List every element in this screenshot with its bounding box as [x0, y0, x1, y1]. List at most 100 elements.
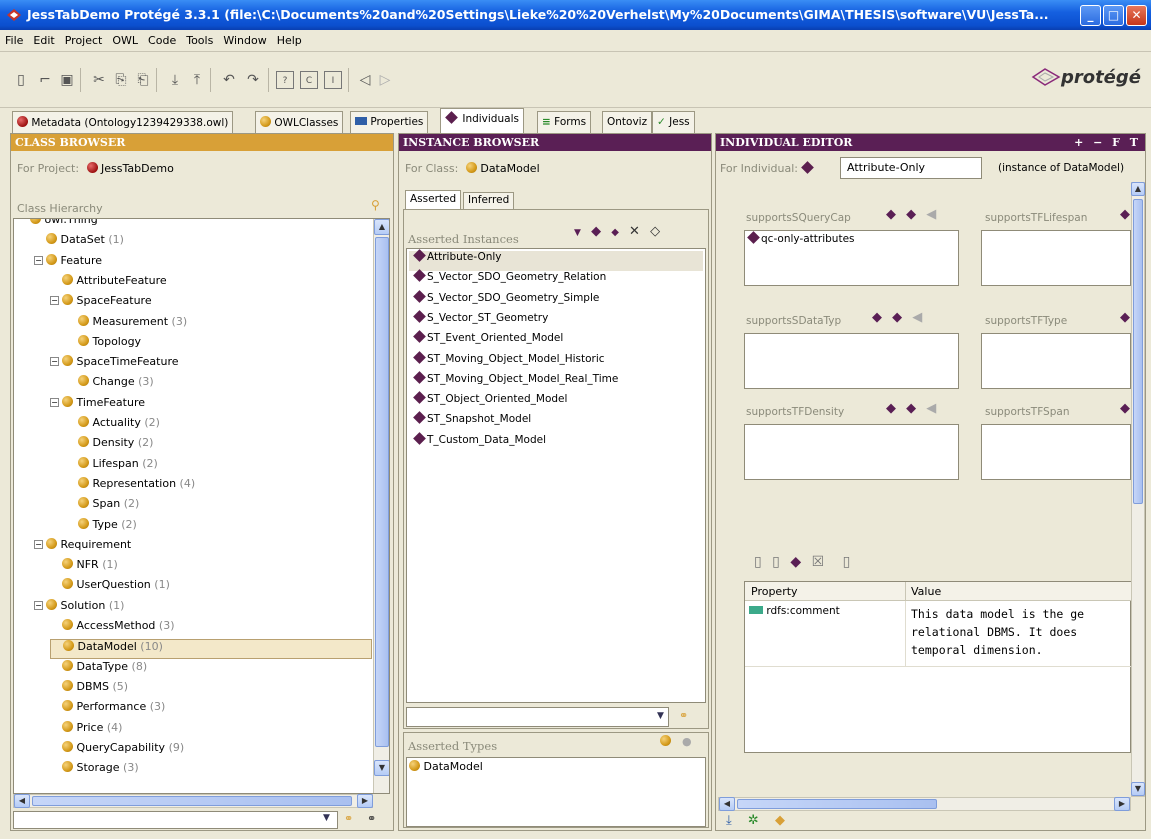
undo-icon[interactable]: ↶	[220, 71, 238, 89]
collapse-icon[interactable]: −	[50, 397, 59, 407]
maximize-button[interactable]: □	[1103, 5, 1124, 26]
tree-item[interactable]: Span (2)	[66, 497, 139, 517]
redo-icon[interactable]: ↷	[244, 71, 262, 89]
remove-value-icon[interactable]: ◀	[926, 401, 936, 416]
column-header-value[interactable]: Value	[911, 585, 941, 598]
paste-icon[interactable]: ⎗	[134, 71, 152, 89]
create-value-icon[interactable]: ◆	[872, 310, 882, 325]
add-value-icon[interactable]: ◆	[906, 207, 916, 222]
scroll-up-icon[interactable]: ▲	[1131, 182, 1145, 196]
editor-scrollbar[interactable]: ▲ ▼	[1131, 182, 1145, 797]
open-folder-icon[interactable]: ⌐	[36, 71, 54, 89]
slot-values-box[interactable]	[744, 424, 959, 480]
instance-icon[interactable]: ◆	[611, 227, 619, 238]
tab-owlclasses[interactable]: OWLClasses	[255, 111, 344, 133]
remove-value-icon[interactable]: ◀	[912, 310, 922, 325]
import-icon[interactable]: ⤓	[726, 813, 732, 828]
create-value-icon[interactable]: ◆	[1120, 207, 1130, 222]
menu-project[interactable]: Project	[60, 30, 108, 47]
instance-item[interactable]: ST_Moving_Object_Model_Real_Time	[413, 370, 618, 393]
slot-values-box[interactable]	[981, 424, 1131, 480]
tree-item[interactable]: Measurement (3)	[66, 314, 187, 335]
tree-item[interactable]: QueryCapability (9)	[50, 740, 184, 761]
tab-forms[interactable]: ≡ Forms	[537, 111, 592, 133]
new-annotation-icon[interactable]: ▯	[754, 554, 762, 570]
instance-item[interactable]: Attribute-Only	[409, 249, 703, 271]
add-type-icon[interactable]	[660, 735, 671, 748]
slot-values-box[interactable]	[981, 230, 1131, 286]
remove-value-icon[interactable]: ◀	[926, 207, 936, 222]
tree-item[interactable]: − Feature	[34, 253, 102, 274]
menu-code[interactable]: Code	[143, 30, 181, 47]
instance-item[interactable]: S_Vector_SDO_Geometry_Simple	[413, 289, 599, 312]
scroll-left-icon[interactable]: ◀	[14, 794, 30, 808]
collapse-icon[interactable]: −	[34, 255, 43, 265]
list-item[interactable]: qc-only-attributes	[747, 231, 855, 245]
tree-item[interactable]: DataType (8)	[50, 659, 147, 680]
tab-individuals[interactable]: Individuals	[440, 108, 524, 133]
tree-item[interactable]: Density (2)	[66, 436, 153, 456]
instance-item[interactable]: ST_Moving_Object_Model_Historic	[413, 350, 605, 373]
menu-help[interactable]: Help	[272, 30, 307, 47]
collapse-icon[interactable]: −	[34, 539, 43, 549]
create-value-icon[interactable]: ◆	[886, 401, 896, 416]
tree-item[interactable]: Change (3)	[66, 375, 154, 395]
table-row[interactable]: rdfs:comment This data model is the ge r…	[745, 601, 1131, 667]
menu-owl[interactable]: OWL	[107, 30, 143, 47]
tab-inferred[interactable]: Inferred	[463, 192, 515, 209]
list-item[interactable]: DataModel	[409, 760, 483, 773]
tree-item[interactable]: Representation (4)	[66, 476, 195, 497]
scroll-right-icon[interactable]: ▶	[1114, 797, 1130, 811]
import-icon[interactable]: ⤓	[166, 71, 184, 89]
search-icon[interactable]: ⚲	[371, 198, 380, 212]
menu-window[interactable]: Window	[218, 30, 271, 47]
search-classes-icon[interactable]: ⚭	[344, 812, 353, 825]
header-controls[interactable]: + − F T	[1074, 136, 1141, 149]
instance-item[interactable]: S_Vector_ST_Geometry	[413, 310, 548, 332]
collapse-icon[interactable]: −	[34, 600, 43, 610]
menu-file[interactable]: File	[0, 30, 28, 47]
delete-annotation-icon[interactable]: ☒	[812, 554, 825, 570]
new-file-icon[interactable]: ▯	[12, 71, 30, 89]
tree-item[interactable]: DBMS (5)	[50, 679, 128, 700]
find-icon[interactable]: ⚭	[679, 709, 688, 722]
view-icon[interactable]: ▯	[843, 554, 851, 570]
class-tree-scrollbar[interactable]: ▲ ▼	[373, 219, 389, 793]
scroll-right-icon[interactable]: ▶	[357, 794, 373, 808]
tree-item[interactable]: owl:Thing	[18, 219, 98, 233]
tree-item[interactable]: AccessMethod (3)	[50, 619, 175, 639]
tab-metadata[interactable]: Metadata (Ontology1239429338.owl)	[12, 111, 234, 133]
minimize-button[interactable]: _	[1080, 5, 1101, 26]
slot-values-box[interactable]	[981, 333, 1131, 389]
delete-icon[interactable]: ✕	[629, 224, 640, 239]
tree-item[interactable]: − SpaceFeature	[50, 294, 152, 314]
tab-properties[interactable]: Properties	[350, 111, 429, 133]
instance-item[interactable]: ST_Object_Oriented_Model	[413, 391, 567, 413]
close-button[interactable]: ✕	[1126, 5, 1147, 26]
scroll-up-icon[interactable]: ▲	[374, 219, 389, 235]
dropdown-icon[interactable]: ▼	[574, 228, 581, 238]
instance-item[interactable]: ST_Snapshot_Model	[413, 411, 531, 433]
create-individual-icon[interactable]: ◆	[775, 813, 785, 828]
tree-item[interactable]: Storage (3)	[50, 761, 139, 781]
create-instance-icon[interactable]: ◆	[591, 224, 601, 239]
settings-icon[interactable]: ✲	[748, 813, 759, 828]
tab-jess[interactable]: ✓ Jess	[652, 111, 695, 133]
instance-item[interactable]: ST_Event_Oriented_Model	[413, 330, 563, 352]
save-icon[interactable]: ▣	[58, 71, 76, 89]
scroll-thumb[interactable]	[375, 237, 389, 747]
instance-item[interactable]: T_Custom_Data_Model	[413, 431, 546, 454]
forward-arrow-icon[interactable]: ▷	[376, 71, 394, 89]
collapse-icon[interactable]: −	[50, 296, 59, 306]
add-value-icon[interactable]: ◆	[892, 310, 902, 325]
tree-item[interactable]: AttributeFeature	[50, 273, 167, 294]
class-icon[interactable]: C	[300, 71, 318, 89]
dropdown-icon[interactable]: ▼	[657, 711, 664, 721]
back-arrow-icon[interactable]: ◁	[356, 71, 374, 89]
add-value-icon[interactable]: ◆	[906, 401, 916, 416]
cut-icon[interactable]: ✂	[90, 71, 108, 89]
new-datatype-annotation-icon[interactable]: ▯	[772, 554, 780, 570]
tree-item[interactable]: − TimeFeature	[50, 395, 145, 416]
collapse-icon[interactable]: −	[50, 357, 59, 367]
tree-item[interactable]: − Requirement	[34, 537, 131, 558]
